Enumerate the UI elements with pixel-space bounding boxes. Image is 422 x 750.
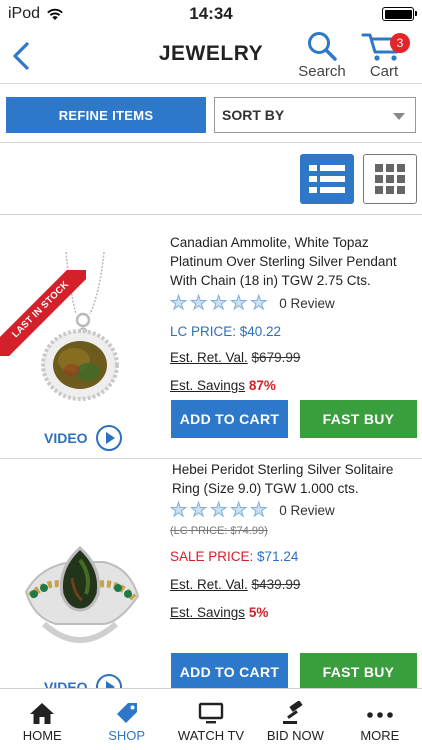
chevron-down-icon — [393, 113, 405, 120]
search-label: Search — [298, 63, 346, 80]
star-icon: ★ — [190, 500, 208, 521]
nav-header: JEWELRY Search 3 Cart — [0, 28, 422, 84]
product-card[interactable]: VIDEO Hebei Peridot Sterling Silver Soli… — [0, 460, 422, 688]
sale-price: SALE PRICE: $71.24 — [170, 549, 299, 564]
est-savings: Est. Savings 87% — [170, 378, 276, 393]
tab-home[interactable]: HOME — [0, 689, 84, 750]
star-rating: ★ ★ ★ ★ ★ — [169, 500, 268, 521]
product-card[interactable]: LAST IN STOCK VIDEO Canadian Ammolite, W… — [0, 216, 422, 459]
product-title[interactable]: Hebei Peridot Sterling Silver Solitaire … — [172, 460, 417, 498]
tag-icon — [116, 703, 137, 723]
tab-more[interactable]: MORE — [338, 689, 422, 750]
star-rating: ★ ★ ★ ★ ★ — [169, 293, 268, 314]
play-icon — [95, 425, 122, 451]
grid-view-icon — [375, 164, 405, 194]
sort-by-select[interactable]: SORT BY — [214, 97, 416, 133]
star-icon: ★ — [190, 293, 208, 314]
sort-by-label: SORT BY — [222, 107, 285, 123]
original-lc-price: (LC PRICE: $74.99) — [170, 525, 268, 537]
tv-icon — [198, 702, 224, 724]
add-to-cart-button[interactable]: ADD TO CART — [171, 653, 288, 688]
chevron-left-icon — [13, 42, 29, 70]
tab-watch-tv[interactable]: WATCH TV — [169, 689, 253, 750]
peridot-ring-image — [24, 545, 140, 643]
play-icon — [95, 674, 122, 688]
video-label: VIDEO — [44, 679, 88, 688]
lc-price: LC PRICE: $40.22 — [170, 324, 282, 339]
view-toggle-bar — [0, 144, 422, 215]
fast-buy-button[interactable]: FAST BUY — [300, 400, 417, 438]
cart-button[interactable]: 3 Cart — [352, 30, 416, 82]
refine-items-button[interactable]: REFINE ITEMS — [6, 97, 206, 133]
search-button[interactable]: Search — [294, 30, 350, 82]
add-to-cart-button[interactable]: ADD TO CART — [171, 400, 288, 438]
star-icon: ★ — [230, 293, 248, 314]
review-count: 0 Review — [279, 503, 335, 518]
star-icon: ★ — [169, 500, 188, 521]
filter-bar: REFINE ITEMS SORT BY — [0, 85, 422, 143]
fast-buy-button[interactable]: FAST BUY — [300, 653, 417, 688]
video-link[interactable]: VIDEO — [44, 674, 122, 688]
product-title[interactable]: Canadian Ammolite, White Topaz Platinum … — [170, 233, 415, 290]
star-icon: ★ — [210, 500, 228, 521]
product-rating[interactable]: ★ ★ ★ ★ ★ 0 Review — [169, 293, 335, 314]
product-image[interactable] — [0, 538, 160, 658]
star-icon: ★ — [169, 293, 188, 314]
list-view-button[interactable] — [300, 154, 354, 204]
est-savings: Est. Savings 5% — [170, 605, 269, 620]
carrier-label: iPod — [8, 5, 41, 22]
star-icon: ★ — [250, 500, 268, 521]
tab-bid-now[interactable]: BID NOW — [253, 689, 337, 750]
wifi-icon — [47, 8, 63, 20]
status-bar: iPod 14:34 — [0, 0, 422, 28]
cart-label: Cart — [369, 63, 399, 80]
est-retail-value: Est. Ret. Val. $439.99 — [170, 577, 301, 592]
cart-count-badge: 3 — [390, 33, 410, 53]
star-icon: ★ — [250, 293, 268, 314]
star-icon: ★ — [210, 293, 228, 314]
back-button[interactable] — [6, 38, 36, 74]
est-retail-value: Est. Ret. Val. $679.99 — [170, 350, 301, 365]
battery-icon — [382, 7, 417, 21]
review-count: 0 Review — [279, 296, 335, 311]
more-dots-icon — [367, 712, 393, 718]
video-link[interactable]: VIDEO — [44, 425, 122, 451]
tab-shop[interactable]: SHOP — [84, 689, 168, 750]
star-icon: ★ — [230, 500, 248, 521]
search-icon — [308, 32, 337, 61]
grid-view-button[interactable] — [363, 154, 417, 204]
bottom-tab-bar: HOME SHOP WATCH TV BID NOW MORE — [0, 688, 422, 750]
video-label: VIDEO — [44, 430, 88, 446]
last-in-stock-badge: LAST IN STOCK — [0, 270, 86, 356]
home-icon — [30, 703, 55, 724]
product-rating[interactable]: ★ ★ ★ ★ ★ 0 Review — [169, 500, 335, 521]
list-view-icon — [309, 165, 345, 193]
gavel-icon — [283, 701, 304, 724]
